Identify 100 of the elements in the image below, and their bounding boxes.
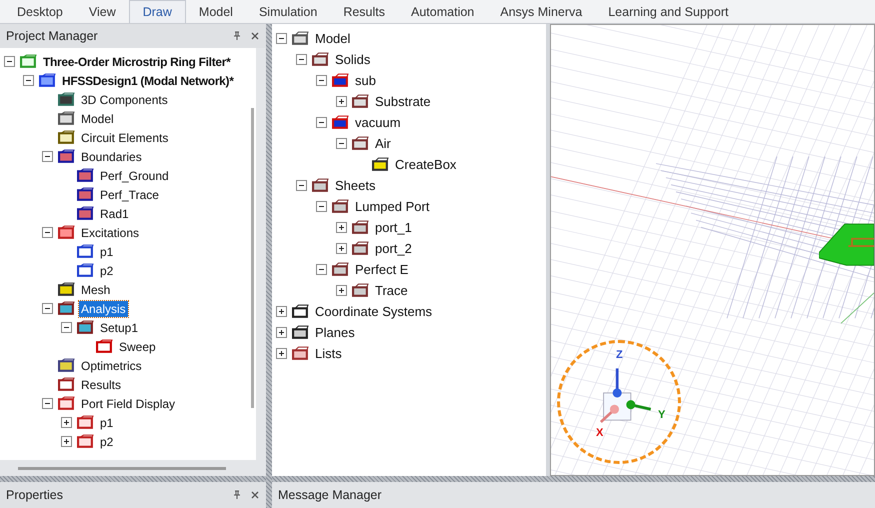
pin-icon[interactable] (232, 490, 242, 500)
expander-box[interactable] (336, 285, 347, 296)
tree-item[interactable]: port_1 (373, 219, 414, 236)
tree-item[interactable]: p2 (98, 434, 116, 450)
tree-item[interactable]: Solids (333, 51, 372, 68)
tree-node-icon (58, 149, 75, 164)
tree-item[interactable]: Boundaries (79, 148, 144, 164)
tree-node-icon (58, 225, 75, 240)
expander-box[interactable] (23, 75, 34, 86)
tree-item[interactable]: Optimetrics (79, 358, 144, 374)
tree-item[interactable]: Perf_Trace (98, 186, 161, 202)
pin-icon[interactable] (232, 31, 242, 41)
axis-label: Z (616, 349, 623, 361)
tree-item[interactable]: Results (79, 376, 124, 392)
expander-box[interactable] (276, 33, 287, 44)
expander-box[interactable] (276, 306, 287, 317)
tree-node-icon (77, 320, 94, 335)
expander-box[interactable] (61, 436, 72, 447)
close-icon[interactable] (250, 490, 260, 500)
expander-box[interactable] (296, 180, 307, 191)
orientation-gizmo[interactable]: Z Y X (557, 340, 681, 464)
expander-box[interactable] (296, 54, 307, 65)
tree-node-icon (372, 157, 389, 172)
tree-item[interactable]: Perfect E (353, 261, 410, 278)
ribbon-tab[interactable]: Learning and Support (595, 0, 742, 23)
tree-item[interactable]: Planes (313, 324, 357, 341)
tree-item[interactable]: Coordinate Systems (313, 303, 434, 320)
tree-item[interactable]: Model (79, 110, 116, 126)
tree-item[interactable]: Rad1 (98, 206, 131, 222)
tree-node-icon (352, 136, 369, 151)
scrollbar[interactable] (18, 466, 226, 470)
tree-node-icon (77, 187, 94, 202)
ribbon-tab[interactable]: Draw (128, 0, 186, 23)
expander-box[interactable] (336, 243, 347, 254)
3d-viewport[interactable]: Z Y X (550, 24, 875, 476)
tree-node-icon (352, 94, 369, 109)
tree-item[interactable]: Lists (313, 345, 344, 362)
tree-item[interactable]: vacuum (353, 114, 403, 131)
panel-title: Properties (6, 488, 64, 502)
expander-box[interactable] (336, 138, 347, 149)
tree-item[interactable]: Analysis (79, 300, 128, 316)
tree-node-icon (58, 358, 75, 373)
tree-node-icon (292, 346, 309, 361)
expander-box[interactable] (316, 75, 327, 86)
close-icon[interactable] (250, 31, 260, 41)
tree-node-icon (292, 304, 309, 319)
tree-item[interactable]: Setup1 (98, 320, 140, 336)
tree-item[interactable]: Model (313, 30, 352, 47)
tree-node-icon (58, 282, 75, 297)
tree-item[interactable]: HFSSDesign1 (Modal Network)* (60, 72, 236, 88)
tree-item[interactable]: Trace (373, 282, 410, 299)
tree-node-icon (58, 377, 75, 392)
scrollbar[interactable] (251, 108, 254, 408)
ribbon-tab[interactable]: Model (186, 0, 246, 23)
expander-box[interactable] (4, 56, 15, 67)
tree-node-icon (77, 434, 94, 449)
tree-item[interactable]: Sheets (333, 177, 378, 194)
expander-box[interactable] (316, 201, 327, 212)
expander-box[interactable] (276, 348, 287, 359)
expander-box[interactable] (316, 264, 327, 275)
tree-item[interactable]: Three-Order Microstrip Ring Filter* (41, 54, 233, 70)
tree-item[interactable]: Sweep (117, 338, 158, 354)
tree-node-icon (352, 283, 369, 298)
ribbon-tab[interactable]: View (76, 0, 129, 23)
expander-box[interactable] (336, 96, 347, 107)
ribbon-tab[interactable]: Automation (398, 0, 488, 23)
axis-label: X (596, 427, 604, 439)
expander-box[interactable] (42, 227, 53, 238)
ribbon-tab[interactable]: Ansys Minerva (487, 0, 596, 23)
tree-item[interactable]: p1 (98, 244, 116, 260)
tree-node-icon (352, 241, 369, 256)
tree-item[interactable]: p2 (98, 262, 116, 278)
expander-box[interactable] (316, 117, 327, 128)
tree-item[interactable]: Port Field Display (79, 396, 178, 412)
tree-item[interactable]: Perf_Ground (98, 168, 171, 184)
expander-box[interactable] (42, 303, 53, 314)
panel-title: Message Manager (278, 488, 383, 502)
tree-item[interactable]: Circuit Elements (79, 130, 170, 146)
expander-box[interactable] (276, 327, 287, 338)
tree-item[interactable]: port_2 (373, 240, 414, 257)
tree-item[interactable]: p1 (98, 414, 116, 430)
ribbon-tab[interactable]: Desktop (4, 0, 76, 23)
tree-node-icon (58, 92, 75, 107)
tree-item[interactable]: Mesh (79, 282, 112, 298)
tree-node-icon (312, 52, 329, 67)
expander-box[interactable] (42, 398, 53, 409)
expander-box[interactable] (61, 417, 72, 428)
expander-box[interactable] (42, 151, 53, 162)
tree-item[interactable]: Excitations (79, 224, 142, 240)
tree-item[interactable]: 3D Components (79, 92, 170, 108)
tree-item[interactable]: Lumped Port (353, 198, 432, 215)
tree-item[interactable]: CreateBox (393, 156, 458, 173)
tree-item[interactable]: Substrate (373, 93, 433, 110)
tree-node-icon (58, 396, 75, 411)
tree-item[interactable]: sub (353, 72, 378, 89)
ribbon-tab[interactable]: Results (330, 0, 398, 23)
expander-box[interactable] (336, 222, 347, 233)
tree-item[interactable]: Air (373, 135, 393, 152)
ribbon-tab[interactable]: Simulation (246, 0, 330, 23)
expander-box[interactable] (61, 322, 72, 333)
